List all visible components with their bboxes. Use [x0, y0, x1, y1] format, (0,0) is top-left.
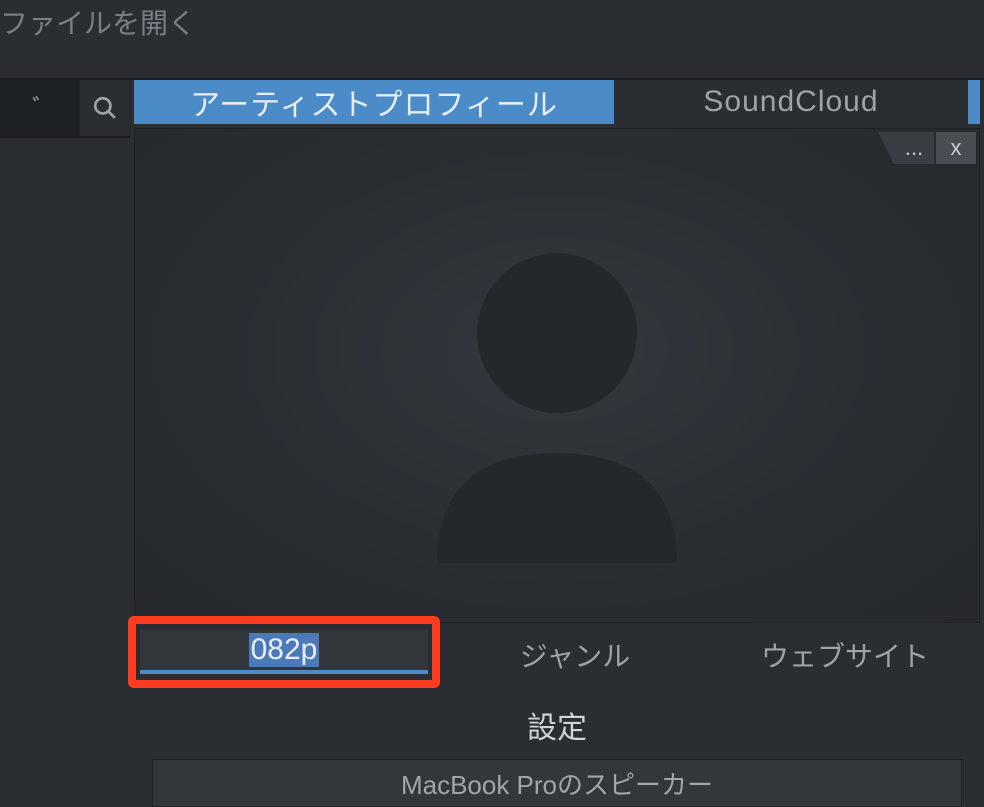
- tabs-row: アーティストプロフィール SoundCloud: [134, 80, 980, 124]
- open-file-label[interactable]: ファイルを開く: [0, 0, 196, 42]
- main-row: ゙ アーティストプロフィール SoundCloud ... x: [0, 80, 984, 806]
- fields-row: 082p ジャンル ウェブサイト: [134, 625, 980, 685]
- content-column: アーティストプロフィール SoundCloud ... x: [134, 80, 980, 806]
- more-button[interactable]: ...: [894, 132, 934, 164]
- search-icon: [92, 95, 118, 121]
- left-column: ゙: [0, 80, 130, 806]
- tab-stub-right[interactable]: [968, 80, 980, 124]
- settings-heading: 設定: [134, 685, 980, 759]
- panel-corner-buttons: ... x: [894, 132, 976, 164]
- search-button[interactable]: [80, 80, 130, 136]
- close-button[interactable]: x: [936, 132, 976, 164]
- artist-name-input[interactable]: 082p: [140, 630, 428, 674]
- audio-output-value: MacBook Proのスピーカー: [401, 765, 713, 802]
- website-field[interactable]: ウェブサイト: [710, 635, 980, 675]
- tab-soundcloud[interactable]: SoundCloud: [618, 80, 964, 124]
- left-top-row: ゙: [0, 80, 130, 138]
- close-icon: x: [951, 135, 962, 161]
- ellipsis-icon: ...: [905, 135, 923, 161]
- audio-output-select[interactable]: MacBook Proのスピーカー: [152, 759, 962, 807]
- profile-panel: ... x 082p ジャンル ウェブサイト: [134, 128, 980, 807]
- avatar-area[interactable]: [134, 128, 980, 623]
- genre-field[interactable]: ジャンル: [440, 635, 710, 675]
- artist-name-highlight: 082p: [128, 616, 440, 688]
- top-bar: ファイルを開く: [0, 0, 984, 80]
- left-tab-stub[interactable]: ゙: [0, 80, 80, 136]
- avatar-placeholder-icon: [377, 203, 737, 563]
- tab-artist-profile[interactable]: アーティストプロフィール: [134, 80, 614, 124]
- artist-name-value: 082p: [249, 633, 320, 667]
